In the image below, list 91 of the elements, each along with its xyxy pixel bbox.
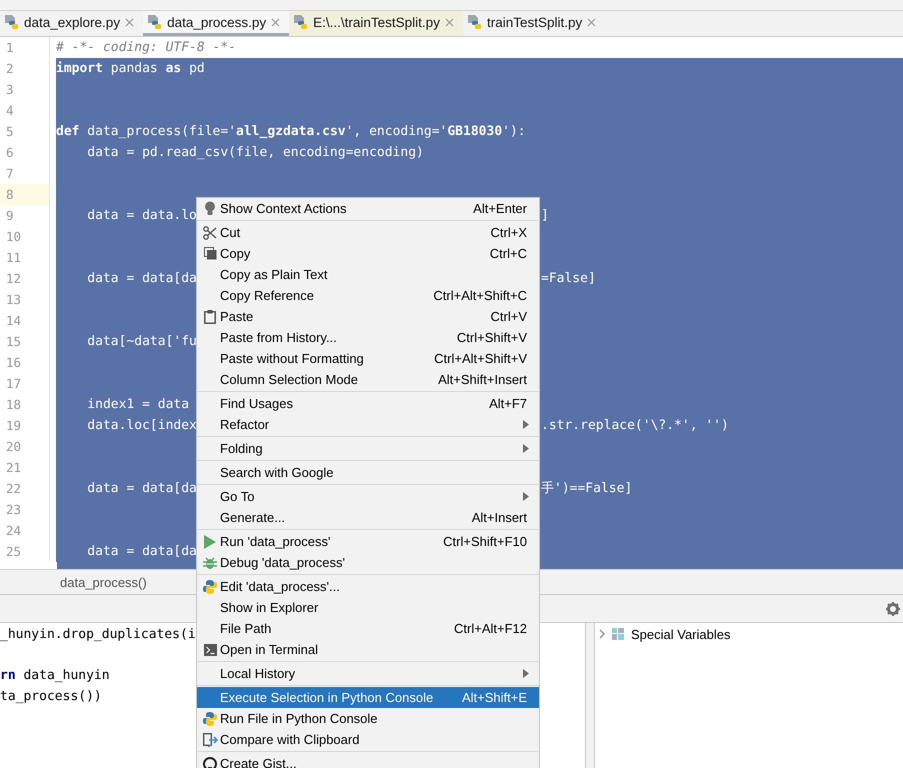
submenu-arrow-icon: [523, 492, 529, 501]
editor-tab[interactable]: data_explore.py: [0, 11, 144, 36]
python-icon: [203, 580, 217, 594]
menu-item[interactable]: Edit 'data_process'...: [197, 576, 539, 597]
breadcrumb[interactable]: data_process(): [60, 574, 147, 590]
github-icon: [203, 756, 217, 768]
copy-icon: [204, 247, 216, 260]
menu-item[interactable]: Show Context Actions Alt+Enter: [197, 198, 539, 219]
menu-item[interactable]: Refactor: [197, 414, 539, 435]
code-text: data.loc[index: [86, 418, 197, 433]
menu-item[interactable]: Run 'data_process' Ctrl+Shift+F10: [197, 531, 539, 552]
menu-item[interactable]: Paste from History... Ctrl+Shift+V: [197, 327, 539, 348]
compare-icon: [202, 732, 218, 747]
python-file-icon: [4, 14, 19, 30]
panel-splitter[interactable]: [585, 623, 595, 768]
code-text: data = data.lo: [86, 208, 197, 223]
terminal-icon: [204, 644, 216, 656]
menu-item[interactable]: Cut Ctrl+X: [197, 222, 539, 243]
code-comment: # -*- coding: UTF-8 -*-: [56, 40, 236, 55]
python-file-icon: [466, 14, 482, 30]
code-text: 手')==False]: [541, 480, 632, 498]
menu-item[interactable]: Create Gist...: [197, 753, 539, 768]
console-code: ta_process()): [0, 688, 102, 706]
play-icon: [204, 534, 216, 548]
code-text: def data_process(file='all_gzdata.csv', encoding='GB18030'):: [56, 124, 526, 139]
shortcut-label: Ctrl+X: [490, 225, 527, 240]
shortcut-label: Ctrl+V: [490, 309, 527, 324]
code-text: data[~data['fu: [86, 334, 197, 349]
code-text: data = data[da: [86, 271, 197, 286]
shortcut-label: Ctrl+Shift+F10: [443, 534, 527, 549]
code-text: .str.replace('\?.*', ''): [541, 417, 729, 435]
menu-item[interactable]: Go To: [197, 486, 539, 507]
python-file-icon: [293, 14, 308, 30]
editor-tab[interactable]: data_process.py: [143, 11, 290, 36]
scissors-icon: [203, 226, 217, 240]
close-icon[interactable]: [444, 18, 454, 26]
menu-item[interactable]: Copy as Plain Text: [197, 264, 539, 285]
menu-item[interactable]: Run File in Python Console: [197, 708, 539, 729]
console-code: _hunyin.drop_duplicates(i: [0, 626, 196, 644]
shortcut-label: Alt+Enter: [473, 201, 527, 216]
close-icon[interactable]: [271, 18, 280, 26]
shortcut-label: Alt+Shift+Insert: [438, 372, 527, 387]
menu-item[interactable]: Execute Selection in Python Console Alt+Shift+E: [197, 687, 539, 708]
variable-label[interactable]: Special Variables: [631, 626, 730, 642]
shortcut-label: Ctrl+Shift+V: [456, 330, 527, 345]
code-text: index1 = data: [86, 397, 190, 412]
menu-item[interactable]: Generate... Alt+Insert: [197, 507, 539, 528]
bug-icon: [203, 556, 217, 570]
shortcut-label: Ctrl+Alt+Shift+V: [434, 351, 527, 366]
console-code: rn data_hunyin: [0, 667, 110, 685]
menu-item[interactable]: File Path Ctrl+Alt+F12: [197, 618, 539, 639]
menu-item[interactable]: Debug 'data_process': [197, 552, 539, 573]
menu-item[interactable]: Folding: [197, 438, 539, 459]
menu-item[interactable]: Copy Reference Ctrl+Alt+Shift+C: [197, 285, 539, 306]
submenu-arrow-icon: [523, 444, 529, 453]
menu-item[interactable]: Show in Explorer: [197, 597, 539, 618]
shortcut-label: Alt+F7: [489, 396, 527, 411]
line-number: 8: [0, 184, 50, 205]
menu-item[interactable]: Open in Terminal: [197, 639, 539, 660]
menu-item[interactable]: Paste Ctrl+V: [197, 306, 539, 327]
editor-tab[interactable]: trainTestSplit.py: [462, 11, 606, 36]
code-text: ]: [541, 207, 549, 225]
code-text: data = data[da: [86, 481, 197, 496]
code-text: import pandas as pd: [56, 61, 205, 76]
settings-icon[interactable]: [886, 602, 900, 616]
submenu-arrow-icon: [523, 669, 529, 678]
lightbulb-icon: [204, 201, 216, 216]
menu-item[interactable]: Local History: [197, 663, 539, 684]
shortcut-label: Ctrl+Alt+F12: [454, 621, 527, 636]
menu-item[interactable]: Paste without Formatting Ctrl+Alt+Shift+V: [197, 348, 539, 369]
code-text: data = pd.read_csv(file, encoding=encoding): [86, 145, 424, 160]
editor-tab[interactable]: E:\...\trainTestSplit.py: [289, 11, 463, 36]
shortcut-label: Alt+Shift+E: [462, 690, 527, 705]
menu-item[interactable]: Compare with Clipboard: [197, 729, 539, 750]
menu-item[interactable]: Copy Ctrl+C: [197, 243, 539, 264]
clipboard-icon: [204, 310, 216, 324]
close-icon[interactable]: [125, 18, 134, 26]
submenu-arrow-icon: [523, 420, 529, 429]
menu-item[interactable]: Search with Google: [197, 462, 539, 483]
shortcut-label: Ctrl+C: [490, 246, 527, 261]
code-text: =False]: [541, 270, 596, 288]
menu-item[interactable]: Column Selection Mode Alt+Shift+Insert: [197, 369, 539, 390]
grid-icon: [612, 628, 624, 640]
menu-item[interactable]: Find Usages Alt+F7: [197, 393, 539, 414]
code-text: data = data[da: [86, 544, 197, 559]
python-icon: [203, 712, 217, 726]
chevron-icon[interactable]: [598, 629, 606, 639]
shortcut-label: Ctrl+Alt+Shift+C: [433, 288, 527, 303]
close-icon[interactable]: [587, 18, 596, 26]
shortcut-label: Alt+Insert: [472, 510, 527, 525]
python-file-icon: [147, 14, 162, 30]
